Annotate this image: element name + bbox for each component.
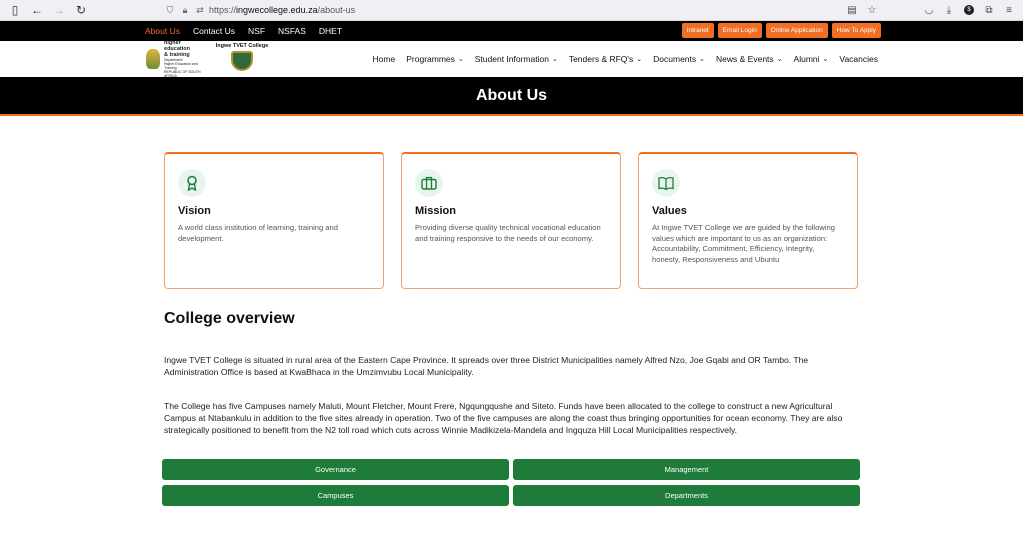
chevron-down-icon: ⌄ bbox=[776, 56, 783, 63]
nav-vacancies[interactable]: Vacancies bbox=[839, 54, 878, 64]
nav-news-events[interactable]: News & Events ⌄ bbox=[716, 54, 783, 64]
values-card: Values At Ingwe TVET College we are guid… bbox=[638, 152, 858, 289]
ingwe-logo-title: Ingwe TVET College bbox=[215, 43, 269, 49]
chevron-down-icon: ⌄ bbox=[699, 56, 706, 63]
main-nav: Home Programmes ⌄ Student Information ⌄ Te… bbox=[362, 54, 878, 64]
toplink-contact-us[interactable]: Contact Us bbox=[193, 26, 235, 36]
overview-title: College overview bbox=[164, 310, 295, 327]
address-bar[interactable]: ⛉ 🔒︎ ⇄ https://ingwecollege.edu.za/about… bbox=[160, 2, 880, 18]
back-icon[interactable]: ← bbox=[28, 1, 46, 19]
card-text: Providing diverse quality technical voca… bbox=[415, 223, 601, 243]
overview-paragraph: The College has five Campuses namely Mal… bbox=[164, 401, 843, 435]
lock-icon[interactable]: 🔒︎ bbox=[179, 5, 191, 16]
award-icon bbox=[178, 169, 206, 197]
college-overview: College overview Ingwe TVET College is s… bbox=[164, 310, 854, 458]
nav-student-information[interactable]: Student Information ⌄ bbox=[475, 54, 558, 64]
ingwe-logo[interactable]: Ingwe TVET College bbox=[214, 43, 270, 75]
vision-card: Vision A world class institution of lear… bbox=[164, 152, 384, 289]
toplink-dhet[interactable]: DHET bbox=[319, 26, 342, 36]
card-text: At Ingwe TVET College we are guided by t… bbox=[652, 223, 835, 264]
dhet-logo-text: higher education & training Department: … bbox=[164, 40, 201, 78]
campuses-button[interactable]: Campuses bbox=[162, 485, 509, 506]
overview-paragraph: Ingwe TVET College is situated in rural … bbox=[164, 355, 809, 377]
intranet-button[interactable]: Intranet bbox=[681, 23, 714, 38]
account-icon[interactable]: $ bbox=[961, 2, 977, 18]
extensions-icon[interactable]: ⧉ bbox=[981, 2, 997, 18]
card-title: Vision bbox=[178, 205, 211, 217]
reader-view-icon[interactable]: ▤ bbox=[844, 2, 860, 18]
college-crest-icon bbox=[231, 51, 253, 71]
nav-documents[interactable]: Documents ⌄ bbox=[653, 54, 705, 64]
browser-toolbar: ▯ ← → ↻ ⛉ 🔒︎ ⇄ https://ingwecollege.edu.… bbox=[0, 0, 1023, 21]
about-cards: Vision A world class institution of lear… bbox=[164, 152, 858, 289]
chevron-down-icon: ⌄ bbox=[822, 56, 829, 63]
card-title: Mission bbox=[415, 205, 456, 217]
nav-home[interactable]: Home bbox=[373, 54, 396, 64]
departments-button[interactable]: Departments bbox=[513, 485, 860, 506]
permissions-icon[interactable]: ⇄ bbox=[194, 5, 206, 16]
nav-tenders[interactable]: Tenders & RFQ's ⌄ bbox=[569, 54, 642, 64]
toplink-nsfas[interactable]: NSFAS bbox=[278, 26, 306, 36]
reload-icon[interactable]: ↻ bbox=[72, 1, 90, 19]
governance-button[interactable]: Governance bbox=[162, 459, 509, 480]
top-strip: About Us Contact Us NSF NSFAS DHET Intra… bbox=[0, 21, 1023, 41]
pocket-icon[interactable]: ◡ bbox=[921, 2, 937, 18]
nav-programmes[interactable]: Programmes ⌄ bbox=[406, 54, 464, 64]
page-title: About Us bbox=[475, 86, 548, 104]
page-banner: About Us bbox=[0, 77, 1023, 116]
management-button[interactable]: Management bbox=[513, 459, 860, 480]
site-header: higher education & training Department: … bbox=[0, 40, 1023, 78]
forward-icon[interactable]: → bbox=[50, 1, 68, 19]
toplink-nsf[interactable]: NSF bbox=[248, 26, 265, 36]
mission-card: Mission Providing diverse quality techni… bbox=[401, 152, 621, 289]
coat-of-arms-icon bbox=[146, 49, 161, 69]
top-buttons: Intranet Email Login Online Application … bbox=[681, 23, 881, 38]
chevron-down-icon: ⌄ bbox=[457, 56, 464, 63]
card-text: A world class institution of learning, t… bbox=[178, 223, 338, 243]
card-title: Values bbox=[652, 205, 687, 217]
bookmark-star-icon[interactable]: ☆ bbox=[864, 2, 880, 18]
toplink-about-us[interactable]: About Us bbox=[145, 26, 180, 36]
sidebar-toggle-icon[interactable]: ▯ bbox=[6, 1, 24, 19]
dhet-logo[interactable]: higher education & training Department: … bbox=[146, 40, 208, 78]
url-text[interactable]: https://ingwecollege.edu.za/about-us bbox=[209, 5, 355, 15]
briefcase-icon bbox=[415, 169, 443, 197]
chevron-down-icon: ⌄ bbox=[636, 56, 643, 63]
book-icon bbox=[652, 169, 680, 197]
menu-icon[interactable]: ≡ bbox=[1001, 2, 1017, 18]
shield-icon[interactable]: ⛉ bbox=[164, 5, 176, 16]
email-login-button[interactable]: Email Login bbox=[717, 23, 762, 38]
chevron-down-icon: ⌄ bbox=[551, 56, 558, 63]
download-icon[interactable]: ⤓ bbox=[941, 2, 957, 18]
online-application-button[interactable]: Online Application bbox=[765, 23, 828, 38]
how-to-apply-button[interactable]: How To Apply bbox=[831, 23, 881, 38]
nav-alumni[interactable]: Alumni ⌄ bbox=[794, 54, 829, 64]
section-buttons: Governance Management Campuses Departmen… bbox=[162, 459, 860, 506]
